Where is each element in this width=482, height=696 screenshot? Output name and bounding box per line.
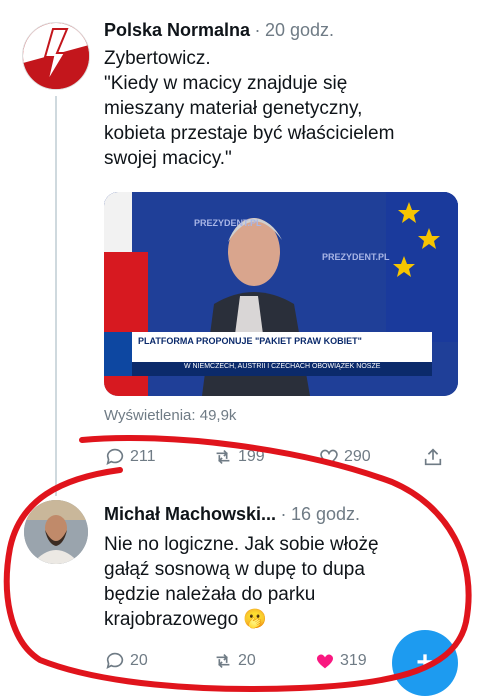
red-annotation-ellipse <box>3 434 472 692</box>
